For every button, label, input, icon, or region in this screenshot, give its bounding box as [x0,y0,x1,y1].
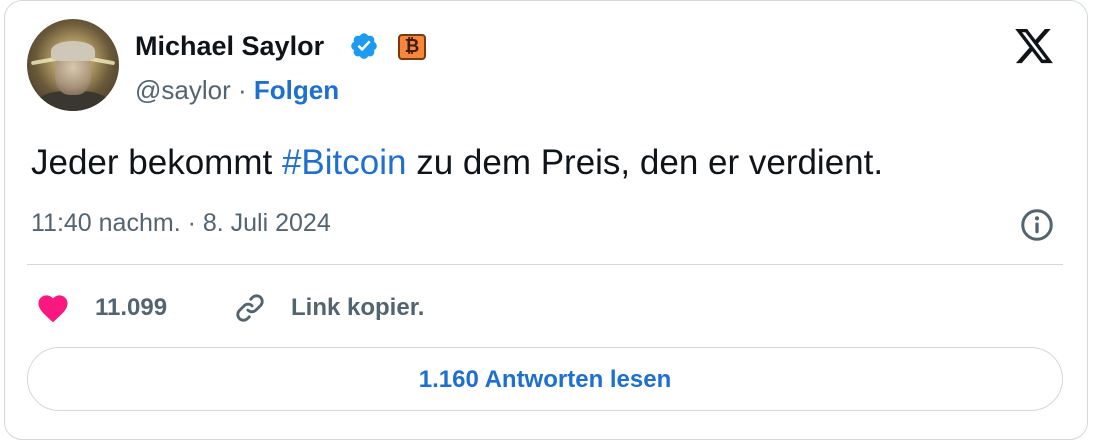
avatar-hair [51,41,95,61]
divider [27,264,1063,265]
handle-row: @saylor · Folgen [135,75,339,106]
tweet-timestamp[interactable]: 11:40 nachm. · 8. Juli 2024 [31,209,331,238]
tweet-embed-card: Michael Saylor ₿ @saylor · Folgen Jeder … [4,0,1088,440]
follow-button[interactable]: Folgen [254,75,339,105]
x-logo-icon[interactable] [1011,25,1057,67]
avatar[interactable] [27,19,119,111]
tweet-text-start: Jeder bekommt [31,143,282,182]
author-name[interactable]: Michael Saylor [135,31,324,62]
handle-separator: · [237,75,247,105]
copy-link-button[interactable]: Link kopier. [291,294,424,322]
author-handle[interactable]: @saylor [135,75,231,105]
info-icon[interactable] [1019,207,1055,243]
bitcoin-b-icon: ₿ [398,34,426,60]
tweet-text-end: zu dem Preis, den er verdient. [406,143,884,182]
verified-badge-icon [351,33,377,59]
tweet-text: Jeder bekommt #Bitcoin zu dem Preis, den… [31,143,883,183]
read-replies-button[interactable]: 1.160 Antworten lesen [27,347,1063,411]
heart-icon[interactable] [35,291,71,323]
like-count[interactable]: 11.099 [95,294,167,322]
hashtag-link[interactable]: #Bitcoin [282,143,407,182]
link-icon[interactable] [233,291,267,325]
